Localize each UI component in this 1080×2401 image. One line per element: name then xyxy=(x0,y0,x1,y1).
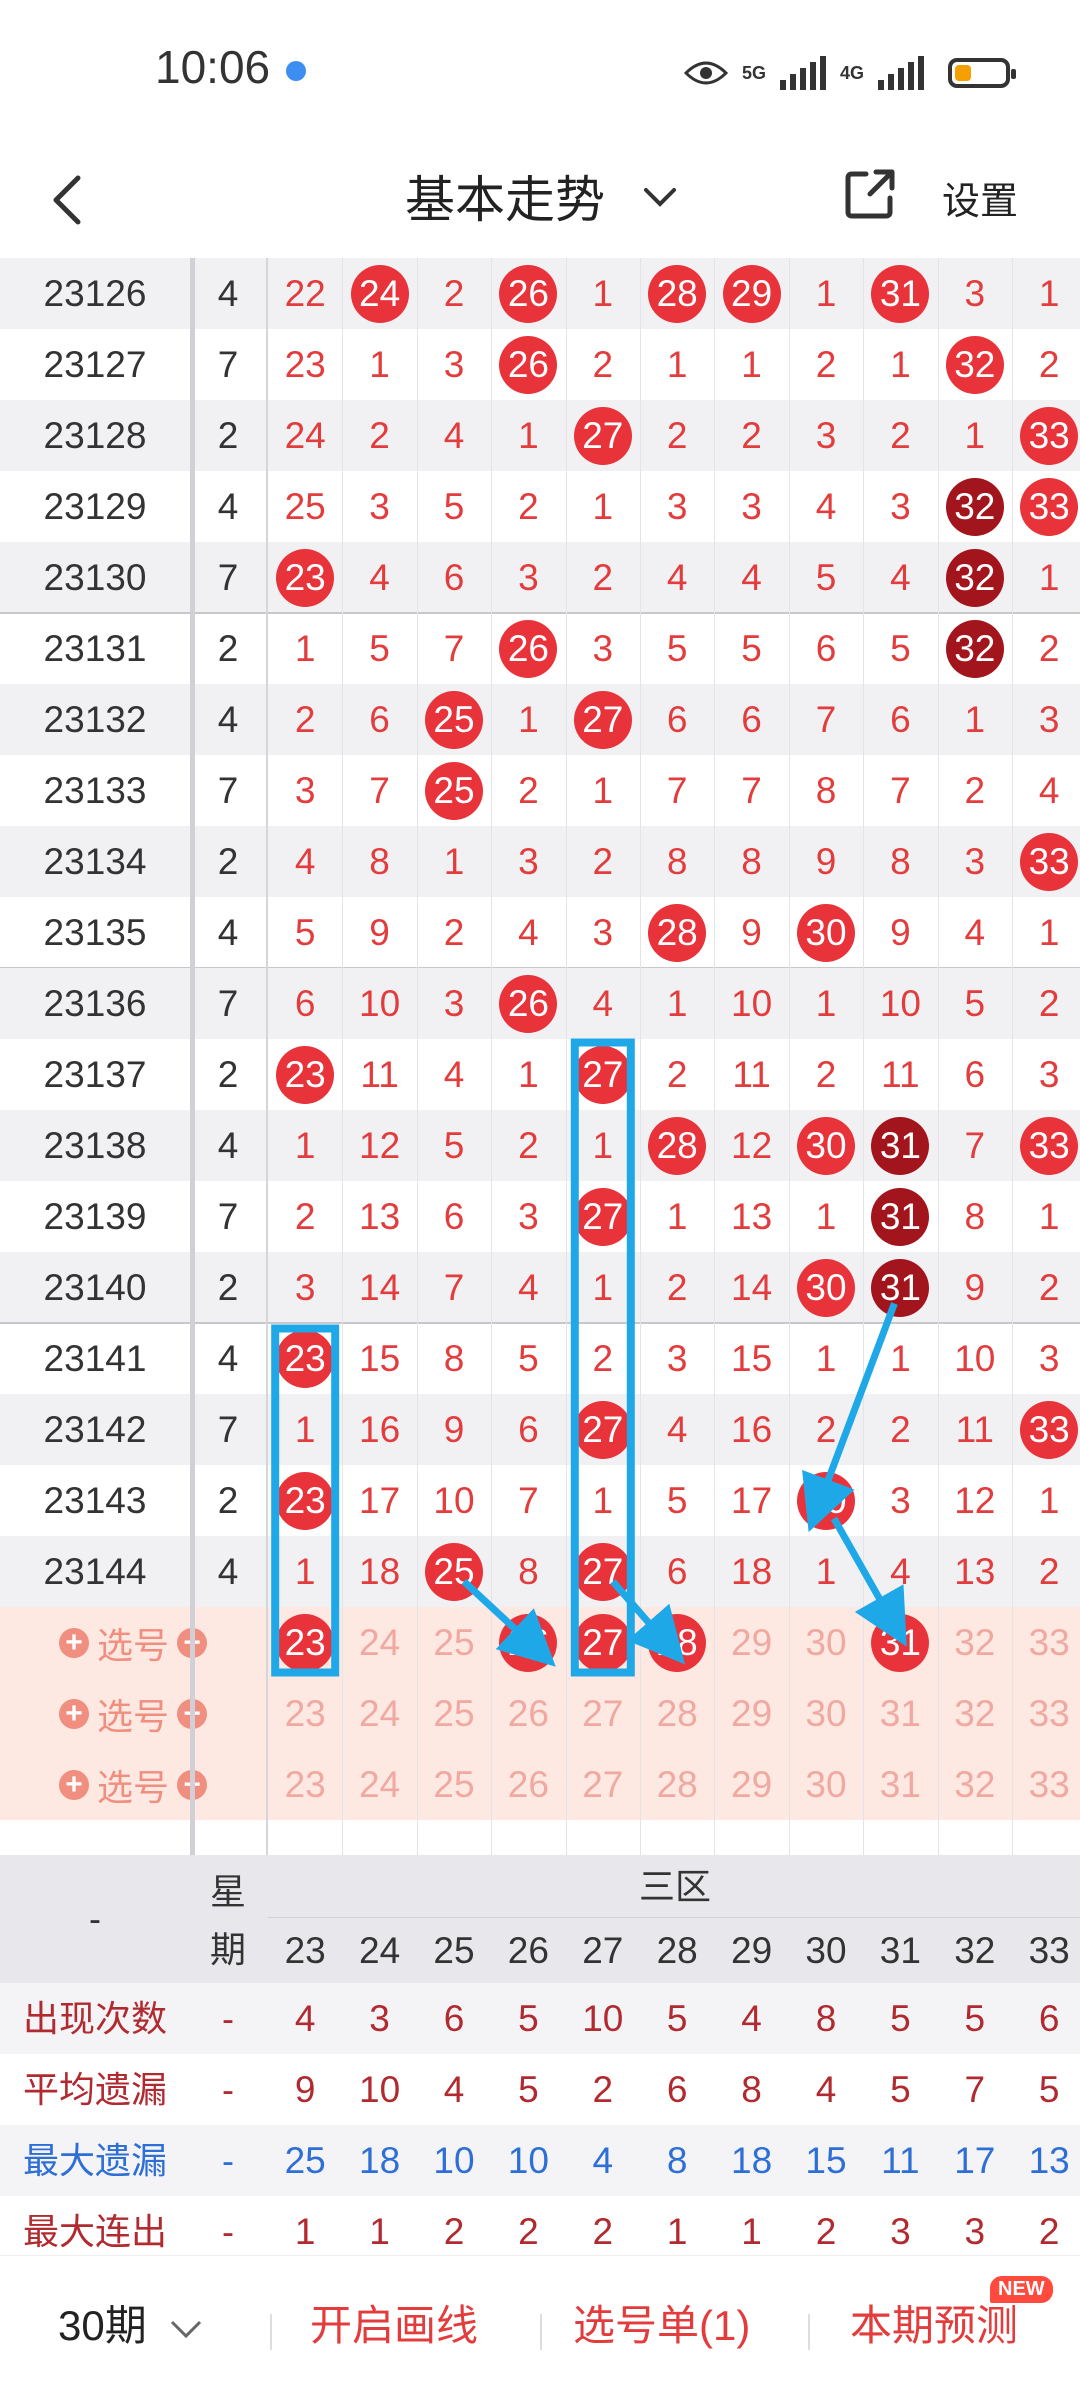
annotation-arrow xyxy=(802,1302,898,1533)
annotation-box xyxy=(570,1038,635,1677)
annotation-overlay xyxy=(271,1038,907,1677)
annotation-box xyxy=(271,1324,340,1677)
annotation-arrow xyxy=(830,1516,907,1647)
annotation-arrow xyxy=(610,1579,685,1665)
annotation-arrow xyxy=(461,1578,556,1667)
